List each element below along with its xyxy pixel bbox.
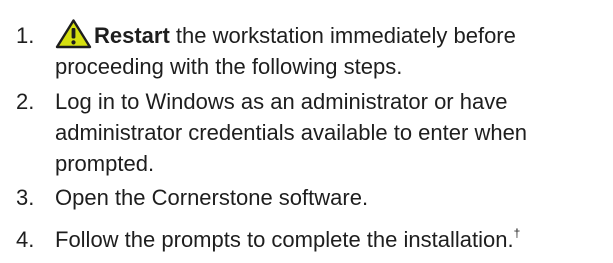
instruction-steps: 1. Restart the workstation immediately b… (0, 0, 613, 263)
warning-triangle-icon (55, 18, 92, 49)
restart-keyword: Restart (94, 23, 170, 48)
step-text: Open the Cornerstone software. (55, 185, 369, 210)
step-number: 1. (16, 23, 35, 48)
step-text: prompted. (55, 151, 155, 176)
step-text: proceeding with the following steps. (55, 54, 403, 79)
step-text: Log in to Windows as an administrator or… (55, 89, 508, 114)
step-text: the workstation immediately before (169, 23, 516, 48)
step-number: 3. (16, 185, 35, 210)
step-number: 2. (16, 89, 35, 114)
step-text: administrator credentials available to e… (55, 120, 528, 145)
step-text: Follow the prompts to complete the insta… (55, 227, 514, 252)
step-number: 4. (16, 227, 35, 252)
footnote-marker: † (513, 225, 521, 240)
